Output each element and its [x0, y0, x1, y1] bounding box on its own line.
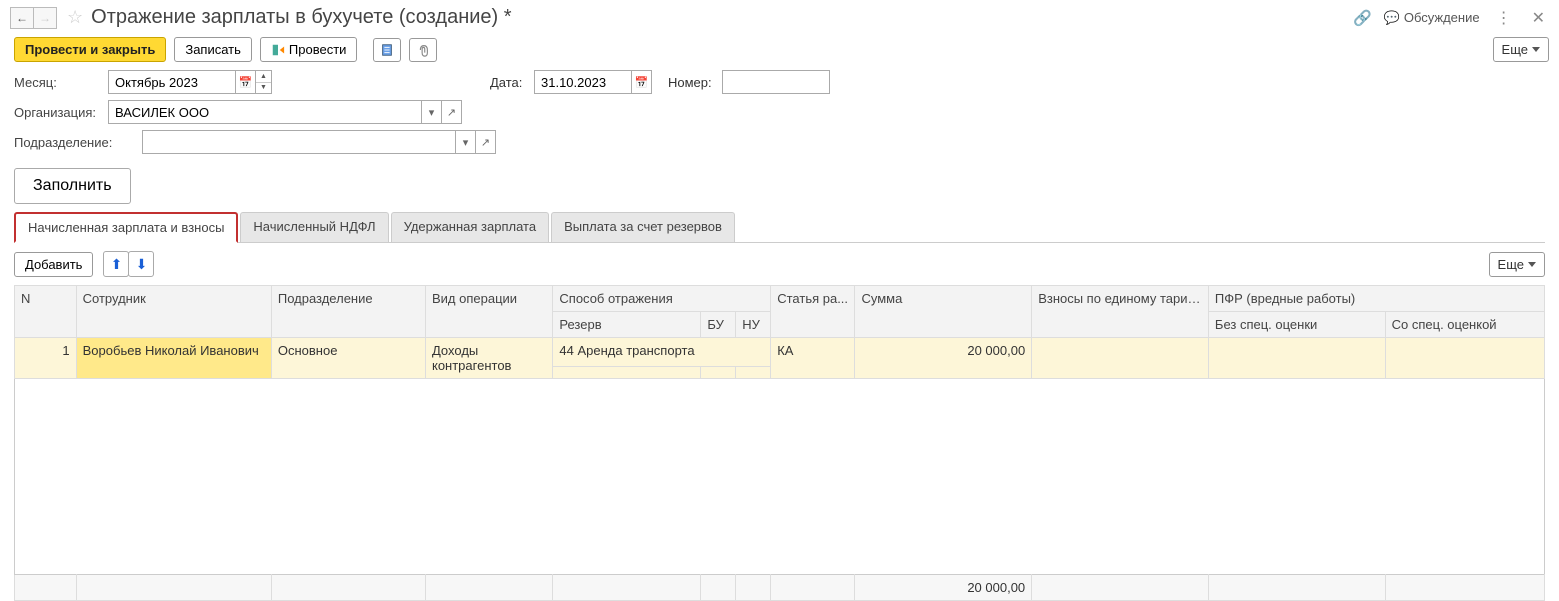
dept-open-icon[interactable]: ↗: [476, 130, 496, 154]
number-input[interactable]: [722, 70, 830, 94]
col-pfr-yes[interactable]: Со спец. оценкой: [1385, 312, 1544, 338]
paperclip-icon: [416, 43, 430, 57]
col-op-type[interactable]: Вид операции: [425, 286, 552, 338]
tab-more-label: Еще: [1498, 257, 1524, 272]
cell-department[interactable]: Основное: [271, 338, 425, 379]
toolbar-more-button[interactable]: Еще: [1493, 37, 1549, 62]
cell-bu[interactable]: [701, 366, 736, 378]
number-label: Номер:: [668, 75, 722, 90]
chevron-down-icon: [1532, 47, 1540, 52]
cell-pfr-yes[interactable]: [1385, 338, 1544, 379]
cell-article[interactable]: КА: [771, 338, 855, 379]
month-label: Месяц:: [14, 75, 108, 90]
post-icon: [271, 43, 285, 57]
report-button[interactable]: [373, 38, 401, 62]
discuss-label: Обсуждение: [1404, 10, 1480, 25]
post-and-close-button[interactable]: Провести и закрыть: [14, 37, 166, 62]
col-nu[interactable]: НУ: [736, 312, 771, 338]
col-pfr[interactable]: ПФР (вредные работы): [1208, 286, 1544, 312]
post-label: Провести: [289, 42, 347, 57]
col-sum[interactable]: Сумма: [855, 286, 1032, 338]
org-open-icon[interactable]: ↗: [442, 100, 462, 124]
dept-input[interactable]: [142, 130, 456, 154]
col-reserve[interactable]: Резерв: [553, 312, 701, 338]
tab-reserve-pay[interactable]: Выплата за счет резервов: [551, 212, 735, 242]
cell-pfr-no[interactable]: [1208, 338, 1385, 379]
col-bu[interactable]: БУ: [701, 312, 736, 338]
col-department[interactable]: Подразделение: [271, 286, 425, 338]
discuss-button[interactable]: 💬 Обсуждение: [1384, 10, 1480, 26]
col-article[interactable]: Статья ра...: [771, 286, 855, 338]
dept-label: Подразделение:: [14, 135, 142, 150]
chat-icon: 💬: [1384, 10, 1400, 26]
col-n[interactable]: N: [15, 286, 77, 338]
report-icon: [380, 43, 394, 57]
attachment-button[interactable]: [409, 38, 437, 62]
close-icon[interactable]: ✕: [1528, 8, 1549, 28]
cell-nu[interactable]: [736, 366, 771, 378]
cell-fee[interactable]: [1032, 338, 1209, 379]
footer-sum: 20 000,00: [855, 575, 1032, 601]
add-row-button[interactable]: Добавить: [14, 252, 93, 277]
nav-back-button[interactable]: ←: [10, 7, 34, 29]
move-up-button[interactable]: ⬆: [103, 251, 129, 277]
tab-accrued-salary[interactable]: Начисленная зарплата и взносы: [14, 212, 238, 243]
toolbar-more-label: Еще: [1502, 42, 1528, 57]
grid-empty-area[interactable]: [14, 379, 1545, 574]
kebab-menu-icon[interactable]: ⋮: [1492, 8, 1516, 28]
col-fee[interactable]: Взносы по единому тарифу: [1032, 286, 1209, 338]
link-icon[interactable]: 🔗: [1353, 9, 1372, 27]
favorite-star-icon[interactable]: ☆: [67, 7, 83, 28]
dept-dropdown-icon[interactable]: ▾: [456, 130, 476, 154]
org-dropdown-icon[interactable]: ▾: [422, 100, 442, 124]
table-row[interactable]: 1 Воробьев Николай Иванович Основное Дох…: [15, 338, 1545, 367]
tab-more-button[interactable]: Еще: [1489, 252, 1545, 277]
cell-n[interactable]: 1: [15, 338, 77, 379]
cell-sum[interactable]: 20 000,00: [855, 338, 1032, 379]
date-calendar-icon[interactable]: 📅: [632, 70, 652, 94]
table-footer: 20 000,00: [15, 575, 1545, 601]
tab-accrued-ndfl[interactable]: Начисленный НДФЛ: [240, 212, 388, 242]
month-spinner[interactable]: ▲▼: [256, 70, 272, 94]
fill-button[interactable]: Заполнить: [14, 168, 131, 204]
move-down-button[interactable]: ⬇: [128, 251, 154, 277]
post-button[interactable]: Провести: [260, 37, 358, 62]
write-button[interactable]: Записать: [174, 37, 252, 62]
col-pfr-no[interactable]: Без спец. оценки: [1208, 312, 1385, 338]
date-input[interactable]: [534, 70, 632, 94]
cell-reserve[interactable]: [553, 366, 701, 378]
cell-employee[interactable]: Воробьев Николай Иванович: [76, 338, 271, 379]
org-input[interactable]: [108, 100, 422, 124]
col-reflection[interactable]: Способ отражения: [553, 286, 771, 312]
cell-op-type[interactable]: Доходы контрагентов: [425, 338, 552, 379]
nav-forward-button[interactable]: →: [33, 7, 57, 29]
month-input[interactable]: [108, 70, 236, 94]
tab-withheld[interactable]: Удержанная зарплата: [391, 212, 549, 242]
chevron-down-icon: [1528, 262, 1536, 267]
page-title: Отражение зарплаты в бухучете (создание)…: [91, 6, 511, 29]
date-label: Дата:: [490, 75, 534, 90]
org-label: Организация:: [14, 105, 108, 120]
month-calendar-icon[interactable]: 📅: [236, 70, 256, 94]
col-employee[interactable]: Сотрудник: [76, 286, 271, 338]
cell-reflection[interactable]: 44 Аренда транспорта: [553, 338, 771, 367]
